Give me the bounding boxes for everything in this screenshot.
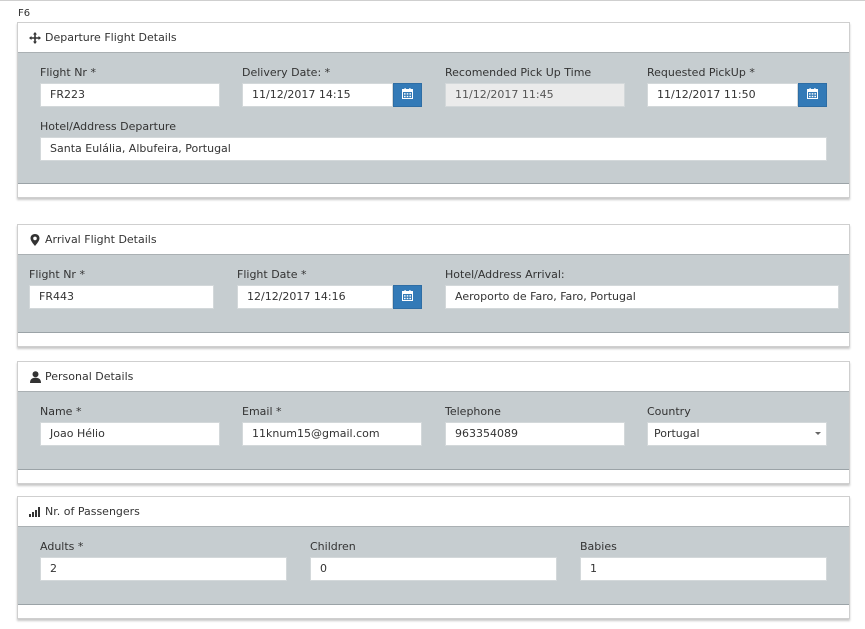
chevron-down-icon bbox=[815, 432, 821, 435]
personal-panel-footer bbox=[18, 470, 849, 483]
calendar-icon bbox=[402, 290, 413, 304]
personal-panel: Personal Details Name * Joao Hélio Email… bbox=[17, 361, 850, 484]
departure-panel-header: Departure Flight Details bbox=[18, 23, 849, 53]
delivery-date-calendar-button[interactable] bbox=[393, 83, 422, 107]
name-field: Name * Joao Hélio bbox=[40, 405, 220, 446]
babies-input[interactable]: 1 bbox=[580, 557, 827, 581]
adults-label: Adults * bbox=[40, 540, 84, 553]
page-label: F6 bbox=[18, 8, 31, 19]
passengers-panel-footer bbox=[18, 605, 849, 618]
requested-pickup-calendar-button[interactable] bbox=[798, 83, 827, 107]
recommended-pickup-field: Recomended Pick Up Time 11/12/2017 11:45 bbox=[445, 66, 625, 107]
requested-pickup-input[interactable]: 11/12/2017 11:50 bbox=[647, 83, 798, 107]
arrival-address-field: Hotel/Address Arrival: Aeroporto de Faro… bbox=[445, 268, 839, 309]
telephone-label: Telephone bbox=[445, 405, 501, 418]
telephone-input[interactable]: 963354089 bbox=[445, 422, 625, 446]
delivery-date-label: Delivery Date: * bbox=[242, 66, 331, 79]
arrival-panel-header: Arrival Flight Details bbox=[18, 225, 849, 255]
personal-panel-header: Personal Details bbox=[18, 362, 849, 392]
signal-bars-icon bbox=[29, 506, 41, 518]
children-input[interactable]: 0 bbox=[310, 557, 557, 581]
departure-flight-nr-field: Flight Nr * FR223 bbox=[40, 66, 220, 107]
arrival-flight-date-label: Flight Date * bbox=[237, 268, 307, 281]
email-input[interactable]: 11knum15@gmail.com bbox=[242, 422, 422, 446]
requested-pickup-label: Requested PickUp * bbox=[647, 66, 755, 79]
departure-address-label: Hotel/Address Departure bbox=[40, 120, 176, 133]
babies-field: Babies 1 bbox=[580, 540, 827, 581]
arrival-address-input[interactable]: Aeroporto de Faro, Faro, Portugal bbox=[445, 285, 839, 309]
children-label: Children bbox=[310, 540, 356, 553]
adults-input[interactable]: 2 bbox=[40, 557, 287, 581]
country-label: Country bbox=[647, 405, 691, 418]
arrival-flight-nr-label: Flight Nr * bbox=[29, 268, 85, 281]
arrival-flight-date-field: Flight Date * 12/12/2017 14:16 bbox=[237, 268, 422, 309]
departure-panel-title: Departure Flight Details bbox=[45, 31, 177, 44]
personal-panel-title: Personal Details bbox=[45, 370, 134, 383]
departure-panel-footer bbox=[18, 184, 849, 197]
personal-panel-body: Name * Joao Hélio Email * 11knum15@gmail… bbox=[18, 392, 849, 470]
email-label: Email * bbox=[242, 405, 282, 418]
passengers-panel: Nr. of Passengers Adults * 2 Children 0 … bbox=[17, 496, 850, 619]
delivery-date-input[interactable]: 11/12/2017 14:15 bbox=[242, 83, 393, 107]
arrival-flight-date-calendar-button[interactable] bbox=[393, 285, 422, 309]
name-label: Name * bbox=[40, 405, 82, 418]
children-field: Children 0 bbox=[310, 540, 557, 581]
top-divider bbox=[0, 0, 865, 1]
calendar-icon bbox=[402, 88, 413, 102]
arrival-flight-date-input[interactable]: 12/12/2017 14:16 bbox=[237, 285, 393, 309]
passengers-panel-body: Adults * 2 Children 0 Babies 1 bbox=[18, 527, 849, 605]
departure-flight-nr-input[interactable]: FR223 bbox=[40, 83, 220, 107]
telephone-field: Telephone 963354089 bbox=[445, 405, 625, 446]
calendar-icon bbox=[807, 88, 818, 102]
country-field: Country Portugal bbox=[647, 405, 827, 446]
departure-flight-nr-label: Flight Nr * bbox=[40, 66, 96, 79]
user-icon bbox=[29, 370, 41, 383]
requested-pickup-field: Requested PickUp * 11/12/2017 11:50 bbox=[647, 66, 827, 107]
country-select[interactable]: Portugal bbox=[647, 422, 827, 446]
recommended-pickup-input: 11/12/2017 11:45 bbox=[445, 83, 625, 107]
arrival-panel-title: Arrival Flight Details bbox=[45, 233, 157, 246]
arrival-panel: Arrival Flight Details Flight Nr * FR443… bbox=[17, 224, 850, 347]
departure-panel: Departure Flight Details Flight Nr * FR2… bbox=[17, 22, 850, 198]
arrival-flight-nr-field: Flight Nr * FR443 bbox=[29, 268, 214, 309]
arrows-move-icon bbox=[29, 31, 41, 44]
passengers-panel-title: Nr. of Passengers bbox=[45, 505, 140, 518]
delivery-date-field: Delivery Date: * 11/12/2017 14:15 bbox=[242, 66, 422, 107]
arrival-flight-nr-input[interactable]: FR443 bbox=[29, 285, 214, 309]
adults-field: Adults * 2 bbox=[40, 540, 287, 581]
name-input[interactable]: Joao Hélio bbox=[40, 422, 220, 446]
departure-address-field: Hotel/Address Departure Santa Eulália, A… bbox=[40, 120, 827, 161]
recommended-pickup-label: Recomended Pick Up Time bbox=[445, 66, 592, 79]
babies-label: Babies bbox=[580, 540, 617, 553]
map-marker-icon bbox=[29, 233, 41, 246]
arrival-panel-footer bbox=[18, 333, 849, 346]
departure-panel-body: Flight Nr * FR223 Delivery Date: * 11/12… bbox=[18, 53, 849, 184]
arrival-address-label: Hotel/Address Arrival: bbox=[445, 268, 565, 281]
departure-address-input[interactable]: Santa Eulália, Albufeira, Portugal bbox=[40, 137, 827, 161]
arrival-panel-body: Flight Nr * FR443 Flight Date * 12/12/20… bbox=[18, 255, 849, 333]
passengers-panel-header: Nr. of Passengers bbox=[18, 497, 849, 527]
email-field: Email * 11knum15@gmail.com bbox=[242, 405, 422, 446]
